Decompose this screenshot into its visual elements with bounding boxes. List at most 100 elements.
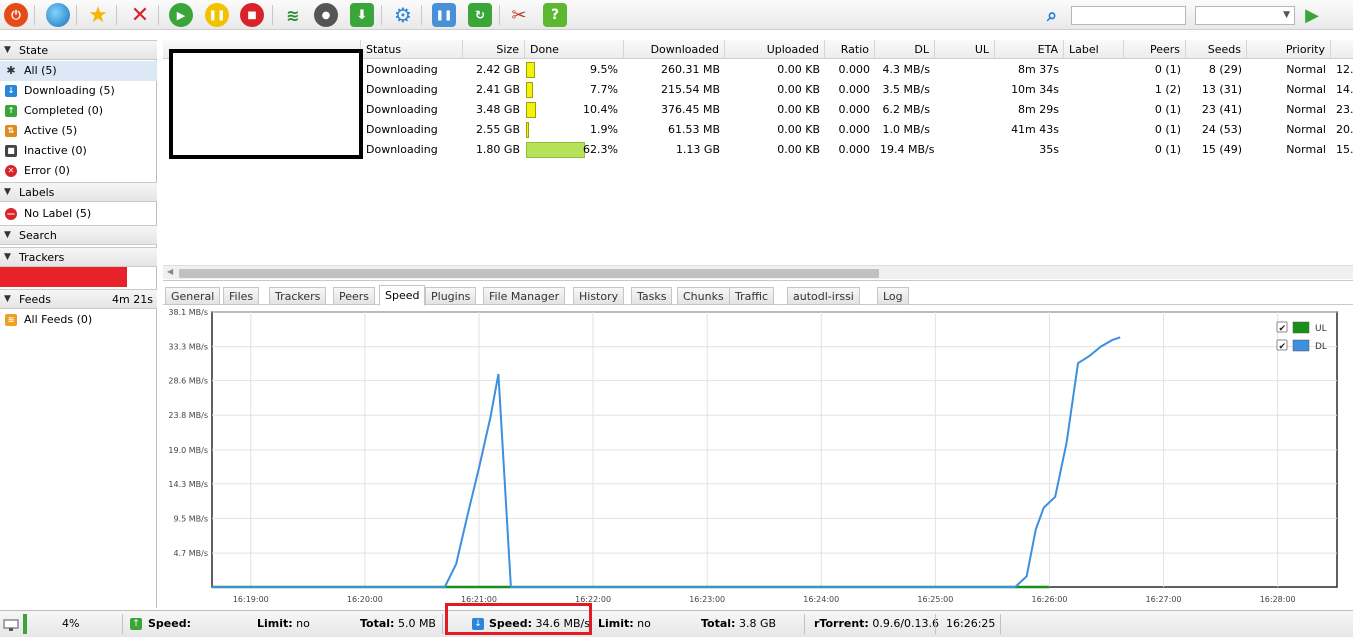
- search-engine-select[interactable]: ▼: [1195, 6, 1295, 25]
- sidebar-item-completed[interactable]: ↑ Completed (0): [0, 101, 157, 121]
- settings-icon[interactable]: ⚙: [391, 3, 415, 27]
- speed-chart: 38.1 MB/s 33.3 MB/s 28.6 MB/s 23.8 MB/s 19.0…: [168, 308, 1338, 604]
- toolbar-separator: [116, 5, 117, 25]
- cell-downloaded: 376.45 MB: [660, 103, 720, 116]
- column-header-size[interactable]: Size: [463, 40, 525, 59]
- status-bar: 4% ↑ Speed: Limit: no Total: 5.0 MB ↓ Sp…: [0, 610, 1353, 637]
- refresh-icon[interactable]: ↻: [468, 3, 492, 27]
- sidebar-item-downloading[interactable]: ↓ Downloading (5): [0, 81, 157, 101]
- cell-dl: 1.0 MB/s: [882, 123, 930, 136]
- column-header-seeds[interactable]: Seeds: [1186, 40, 1247, 59]
- horizontal-scrollbar[interactable]: ◀: [163, 265, 1353, 279]
- error-icon: ✕: [5, 165, 17, 177]
- cell-extra: 20.07: [1336, 123, 1353, 136]
- tab-chunks[interactable]: Chunks: [677, 287, 730, 305]
- column-header-downloaded[interactable]: Downloaded: [624, 40, 725, 59]
- sidebar-item-active[interactable]: ⇅ Active (5): [0, 121, 157, 141]
- queue-icon[interactable]: ❚❚: [432, 3, 456, 27]
- sidebar-item-error[interactable]: ✕ Error (0): [0, 161, 157, 181]
- remove-icon[interactable]: ✕: [128, 3, 152, 28]
- column-header-priority[interactable]: Priority: [1247, 40, 1331, 59]
- tab-history[interactable]: History: [573, 287, 625, 305]
- inactive-icon: ■: [5, 145, 17, 157]
- tab-log[interactable]: Log: [877, 287, 909, 305]
- state-section-header[interactable]: ▼ State: [0, 40, 157, 60]
- toolbar-separator: [76, 5, 77, 25]
- cell-status: Downloading: [366, 103, 438, 116]
- labels-section-header[interactable]: ▼ Labels: [0, 182, 157, 202]
- collapse-icon: ▼: [4, 252, 11, 262]
- column-header-ratio[interactable]: Ratio: [825, 40, 875, 59]
- legend-swatch-dl: [1292, 339, 1310, 352]
- download-icon[interactable]: ⬇: [350, 3, 374, 27]
- column-header-eta[interactable]: ETA: [995, 40, 1064, 59]
- tab-speed[interactable]: Speed: [379, 285, 426, 306]
- column-header-status[interactable]: Status: [361, 40, 463, 59]
- stop-icon[interactable]: ■: [240, 3, 264, 27]
- sidebar-item-label: Error (0): [24, 164, 70, 177]
- pause-icon[interactable]: ❚❚: [205, 3, 229, 27]
- tab-trackers[interactable]: Trackers: [269, 287, 327, 305]
- go-icon[interactable]: ▶: [1300, 3, 1324, 27]
- rutorrent-window: ⏻ ★ ✕ ▶ ❚❚ ■ ≋ ● ⬇ ⚙ ❚❚ ↻ ✂ ? ⌕ ▼ ▶ ▼ St…: [0, 0, 1353, 637]
- column-header-label[interactable]: Label: [1064, 40, 1124, 59]
- sidebar-item-inactive[interactable]: ■ Inactive (0): [0, 141, 157, 161]
- progress-percent: 1.9%: [590, 123, 618, 136]
- column-header-peers[interactable]: Peers: [1124, 40, 1186, 59]
- legend-swatch-ul: [1292, 321, 1310, 334]
- rss-icon[interactable]: ≋: [281, 3, 305, 27]
- scroll-left-icon[interactable]: ◀: [167, 267, 173, 276]
- cell-eta: 8m 37s: [1018, 63, 1059, 76]
- tab-general[interactable]: General: [165, 287, 221, 305]
- sidebar-item-label: Active (5): [24, 124, 78, 137]
- start-icon[interactable]: ▶: [169, 3, 193, 27]
- feeds-update-time: 4m 21s: [112, 293, 153, 306]
- tab-files[interactable]: Files: [223, 287, 260, 305]
- sidebar-item-all-feeds[interactable]: ≋ All Feeds (0): [0, 310, 157, 330]
- column-header-ul[interactable]: UL: [935, 40, 995, 59]
- column-header-extra[interactable]: [1331, 40, 1353, 59]
- download-limit[interactable]: Limit: no: [598, 611, 651, 637]
- help-icon[interactable]: ?: [543, 3, 567, 27]
- column-header-dl[interactable]: DL: [875, 40, 935, 59]
- status-separator: [442, 614, 443, 634]
- camera-icon[interactable]: ●: [314, 3, 338, 27]
- trackers-section-header[interactable]: ▼ Trackers: [0, 247, 157, 267]
- tab-autodl-irssi[interactable]: autodl-irssi: [787, 287, 860, 305]
- cell-downloaded: 1.13 GB: [675, 143, 720, 156]
- y-tick-label: 28.6 MB/s: [168, 377, 208, 386]
- sidebar-item-no-label[interactable]: — No Label (5): [0, 204, 157, 224]
- upload-limit[interactable]: Limit: no: [257, 611, 310, 637]
- sidebar-item-all[interactable]: ✱ All (5): [0, 61, 157, 81]
- checkmark-icon: ✔: [1279, 324, 1287, 334]
- toolbar-separator: [272, 5, 273, 25]
- tab-traffic[interactable]: Traffic: [729, 287, 775, 305]
- cell-extra: 23.07: [1336, 103, 1353, 116]
- search-icon[interactable]: ⌕: [1040, 3, 1064, 27]
- tools-icon[interactable]: ✂: [507, 3, 531, 27]
- cell-ratio: 0.000: [838, 123, 871, 136]
- globe-icon[interactable]: [46, 3, 70, 27]
- redacted-tracker-item[interactable]: [0, 267, 127, 287]
- column-header-uploaded[interactable]: Uploaded: [725, 40, 825, 59]
- status-separator: [1000, 614, 1001, 634]
- tab-plugins[interactable]: Plugins: [425, 287, 477, 305]
- power-icon[interactable]: ⏻: [4, 3, 28, 27]
- scrollbar-thumb[interactable]: [179, 269, 879, 278]
- feeds-section-header[interactable]: ▼ Feeds 4m 21s: [0, 289, 157, 309]
- search-header-label: Search: [19, 229, 57, 242]
- cell-ul: [935, 80, 995, 100]
- upload-total-value: 5.0 MB: [397, 617, 436, 630]
- star-icon[interactable]: ★: [86, 3, 110, 28]
- active-icon: ⇅: [5, 125, 17, 137]
- tab-file-manager[interactable]: File Manager: [483, 287, 566, 305]
- upload-speed: Speed:: [148, 611, 191, 637]
- upload-total: Total: 5.0 MB: [360, 611, 436, 637]
- tab-peers[interactable]: Peers: [333, 287, 376, 305]
- column-header-done[interactable]: Done: [525, 40, 624, 59]
- search-section-header[interactable]: ▼ Search: [0, 225, 157, 245]
- sidebar-item-label: All (5): [24, 64, 57, 77]
- feeds-header-label: Feeds: [19, 293, 51, 306]
- search-input[interactable]: [1071, 6, 1186, 25]
- tab-tasks[interactable]: Tasks: [631, 287, 673, 305]
